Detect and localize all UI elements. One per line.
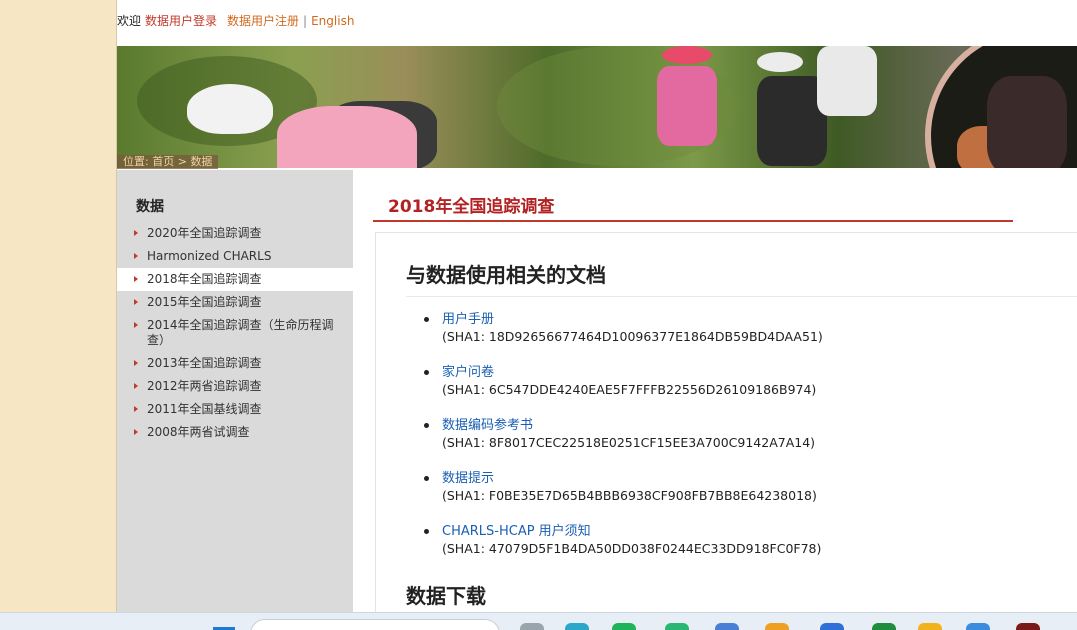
- section-title: 与数据使用相关的文档: [406, 263, 606, 287]
- list-item: 用户手册 (SHA1: 18D92656677464D10096377E1864…: [424, 311, 1077, 346]
- arrow-right-icon: [134, 230, 138, 236]
- section-divider: [406, 296, 1077, 297]
- app-icon[interactable]: [715, 623, 739, 630]
- app-icon[interactable]: [966, 623, 990, 630]
- app-icon[interactable]: [872, 623, 896, 630]
- doc-link-codebook[interactable]: 数据编码参考书: [442, 417, 1077, 434]
- list-item: CHARLS-HCAP 用户须知 (SHA1: 47079D5F1B4DA50D…: [424, 523, 1077, 558]
- breadcrumb-arrow: >: [177, 155, 187, 168]
- app-icon[interactable]: [765, 623, 789, 630]
- bullet-icon: [424, 317, 429, 322]
- doc-sha: (SHA1: 18D92656677464D10096377E1864DB59B…: [442, 329, 823, 344]
- edge-browser-icon[interactable]: [565, 623, 589, 630]
- sidebar-item-2020[interactable]: 2020年全国追踪调查: [117, 222, 353, 245]
- sidebar-item-2012[interactable]: 2012年两省追踪调查: [117, 375, 353, 398]
- top-bar: 欢迎 数据用户登录 数据用户注册 | English: [117, 0, 1077, 44]
- sidebar-item-2013[interactable]: 2013年全国追踪调查: [117, 352, 353, 375]
- sidebar-item-2015[interactable]: 2015年全国追踪调查: [117, 291, 353, 314]
- app-icon[interactable]: [665, 623, 689, 630]
- arrow-right-icon: [134, 253, 138, 259]
- taskbar-search-input[interactable]: [250, 619, 500, 630]
- login-link[interactable]: 数据用户登录: [145, 14, 217, 28]
- arrow-right-icon: [134, 299, 138, 305]
- main-content: 2018年全国追踪调查 与数据使用相关的文档 用户手册 (SHA1: 18D92…: [353, 170, 1077, 612]
- sidebar-heading: 数据: [136, 199, 164, 215]
- arrow-right-icon: [134, 322, 138, 328]
- doc-sha: (SHA1: 6C547DDE4240EAE5F7FFFB22556D26109…: [442, 382, 817, 397]
- left-gutter: [0, 0, 117, 612]
- list-item: 数据提示 (SHA1: F0BE35E7D65B4BBB6938CF908FB7…: [424, 470, 1077, 505]
- arrow-right-icon: [134, 360, 138, 366]
- document-list: 用户手册 (SHA1: 18D92656677464D10096377E1864…: [424, 311, 1077, 558]
- content-panel: 与数据使用相关的文档 用户手册 (SHA1: 18D92656677464D10…: [375, 232, 1077, 612]
- bullet-icon: [424, 529, 429, 534]
- page-title: 2018年全国追踪调查: [388, 197, 555, 217]
- doc-link-household-questionnaire[interactable]: 家户问卷: [442, 364, 1077, 381]
- sidebar: 数据 2020年全国追踪调查 Harmonized CHARLS 2018年全国…: [117, 170, 353, 612]
- sidebar-item-2018[interactable]: 2018年全国追踪调查: [117, 268, 353, 291]
- doc-link-user-manual[interactable]: 用户手册: [442, 311, 1077, 328]
- arrow-right-icon: [134, 276, 138, 282]
- sidebar-item-harmonized[interactable]: Harmonized CHARLS: [117, 245, 353, 268]
- task-view-icon[interactable]: [520, 623, 544, 630]
- doc-link-hcap-notice[interactable]: CHARLS-HCAP 用户须知: [442, 523, 1077, 540]
- doc-sha: (SHA1: 47079D5F1B4DA50DD038F0244EC33DD91…: [442, 541, 822, 556]
- breadcrumb-prefix: 位置:: [123, 155, 149, 168]
- bullet-icon: [424, 370, 429, 375]
- bullet-icon: [424, 476, 429, 481]
- doc-link-data-tips[interactable]: 数据提示: [442, 470, 1077, 487]
- sidebar-item-2014[interactable]: 2014年全国追踪调查（生命历程调查）: [117, 314, 353, 352]
- arrow-right-icon: [134, 429, 138, 435]
- breadcrumb: 位置: 首页 > 数据: [117, 155, 219, 169]
- sidebar-item-2008[interactable]: 2008年两省试调查: [117, 421, 353, 444]
- breadcrumb-current[interactable]: 数据: [190, 155, 212, 168]
- header-banner-image: [117, 46, 1077, 168]
- register-link[interactable]: 数据用户注册: [227, 14, 299, 28]
- title-divider: [373, 220, 1013, 222]
- welcome-text: 欢迎: [117, 14, 142, 28]
- chat-app-icon[interactable]: [612, 623, 636, 630]
- doc-sha: (SHA1: F0BE35E7D65B4BBB6938CF908FB7BB8E6…: [442, 488, 817, 503]
- bullet-icon: [424, 423, 429, 428]
- download-title: 数据下载: [406, 584, 486, 608]
- app-icon[interactable]: [1016, 623, 1040, 630]
- os-taskbar: [0, 612, 1077, 630]
- list-item: 家户问卷 (SHA1: 6C547DDE4240EAE5F7FFFB22556D…: [424, 364, 1077, 399]
- arrow-right-icon: [134, 383, 138, 389]
- app-icon[interactable]: [820, 623, 844, 630]
- sidebar-menu: 2020年全国追踪调查 Harmonized CHARLS 2018年全国追踪调…: [117, 222, 353, 444]
- web-page: 欢迎 数据用户登录 数据用户注册 | English 位置: 首页 > 数据 数据 20…: [117, 0, 1077, 612]
- doc-sha: (SHA1: 8F8017CEC22518E0251CF15EE3A700C91…: [442, 435, 816, 450]
- english-link[interactable]: English: [311, 14, 354, 28]
- sidebar-item-2011[interactable]: 2011年全国基线调查: [117, 398, 353, 421]
- arrow-right-icon: [134, 406, 138, 412]
- file-explorer-icon[interactable]: [918, 623, 942, 630]
- breadcrumb-home[interactable]: 首页: [152, 155, 174, 168]
- list-item: 数据编码参考书 (SHA1: 8F8017CEC22518E0251CF15EE…: [424, 417, 1077, 452]
- lang-separator: |: [303, 14, 308, 28]
